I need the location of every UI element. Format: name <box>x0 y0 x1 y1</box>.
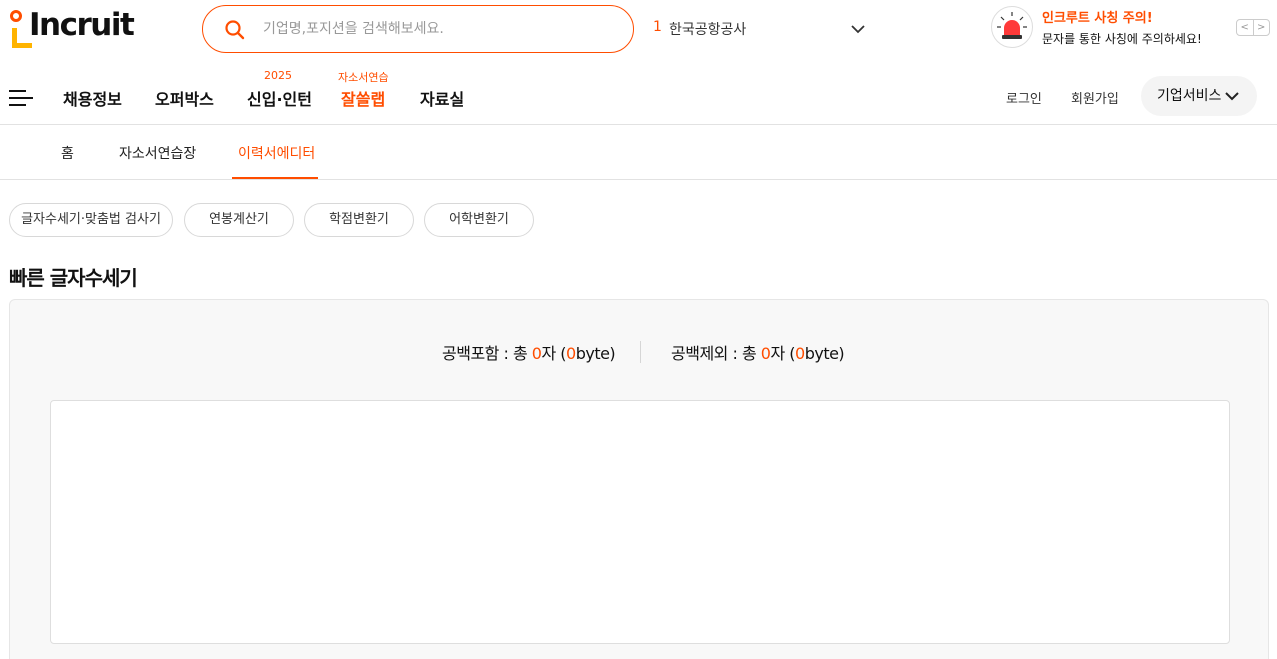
logo-text: Incruit <box>29 7 135 43</box>
notice-title[interactable]: 인크루트 사칭 주의! <box>1042 7 1153 26</box>
tool-chip-char-count-spellcheck[interactable]: 글자수세기·맞춤법 검사기 <box>9 203 173 237</box>
signup-link[interactable]: 회원가입 <box>1071 88 1119 107</box>
chevron-down-icon <box>1225 92 1239 101</box>
divider <box>640 341 641 363</box>
gnb-item-jalsseullab[interactable]: 잘쓸랩 <box>341 86 385 110</box>
chevron-down-icon[interactable] <box>849 20 867 38</box>
count-unit: 자 ( <box>770 344 795 363</box>
tab-resume-editor[interactable]: 이력서에디터 <box>238 143 315 163</box>
count-with-space: 공백포함 : 총 0자 (0byte) <box>442 340 616 364</box>
search-box[interactable] <box>202 5 634 53</box>
text-editor-input[interactable] <box>50 400 1230 644</box>
next-icon[interactable]: > <box>1252 20 1270 35</box>
hamburger-menu-icon[interactable] <box>9 88 34 108</box>
tool-chip-gpa-converter[interactable]: 학점변환기 <box>304 203 414 237</box>
rank-number: 1 <box>653 19 662 35</box>
count-summary: 공백포함 : 총 0자 (0byte) 공백제외 : 총 0자 (0byte) <box>10 340 1268 364</box>
char-count: 0 <box>531 344 542 363</box>
byte-unit: byte) <box>804 344 845 363</box>
tab-essay-practice[interactable]: 자소서연습장 <box>119 143 196 163</box>
popular-ranking[interactable]: 1 한국공항공사 <box>653 18 873 40</box>
search-input[interactable] <box>263 17 613 41</box>
search-icon[interactable] <box>224 19 246 41</box>
divider <box>0 179 1277 180</box>
tool-chip-salary-calculator[interactable]: 연봉계산기 <box>184 203 294 237</box>
incruit-logo[interactable]: Incruit <box>9 8 149 50</box>
divider <box>0 124 1277 125</box>
gnb-item-jobs[interactable]: 채용정보 <box>63 86 122 110</box>
notice-pager: < > <box>1236 19 1270 36</box>
gnb-sup-label: 자소서연습 <box>338 71 389 84</box>
notice-text[interactable]: 문자를 통한 사칭에 주의하세요! <box>1042 30 1202 47</box>
gnb-item-newcomer-intern[interactable]: 신입·인턴 <box>247 86 312 110</box>
count-unit: 자 ( <box>541 344 566 363</box>
page: Incruit 1 한국공항공사 인크루트 사칭 주의! <box>0 0 1277 659</box>
byte-unit: byte) <box>575 344 616 363</box>
tab-home[interactable]: 홈 <box>61 143 74 163</box>
char-counter-panel: 공백포함 : 총 0자 (0byte) 공백제외 : 총 0자 (0byte) <box>9 299 1269 659</box>
login-link[interactable]: 로그인 <box>1006 88 1042 107</box>
gnb-item-library[interactable]: 자료실 <box>420 86 464 110</box>
tool-chip-language-converter[interactable]: 어학변환기 <box>424 203 534 237</box>
byte-count: 0 <box>566 344 576 363</box>
gnb-item-offerbox[interactable]: 오퍼박스 <box>155 86 214 110</box>
business-service-button[interactable]: 기업서비스 <box>1141 76 1257 116</box>
siren-icon <box>991 6 1033 48</box>
count-without-space: 공백제외 : 총 0자 (0byte) <box>671 340 845 364</box>
count-label: 공백제외 : 총 <box>671 344 761 363</box>
business-service-label: 기업서비스 <box>1157 88 1222 104</box>
logo-bar-icon <box>12 43 32 48</box>
char-count: 0 <box>760 344 771 363</box>
logo-dot-icon <box>10 10 22 22</box>
gnb-sup-label: 2025 <box>264 69 292 82</box>
section-title: 빠른 글자수세기 <box>9 266 138 290</box>
byte-count: 0 <box>795 344 805 363</box>
rank-keyword[interactable]: 한국공항공사 <box>669 19 746 39</box>
count-label: 공백포함 : 총 <box>442 344 532 363</box>
prev-icon[interactable]: < <box>1237 20 1253 35</box>
